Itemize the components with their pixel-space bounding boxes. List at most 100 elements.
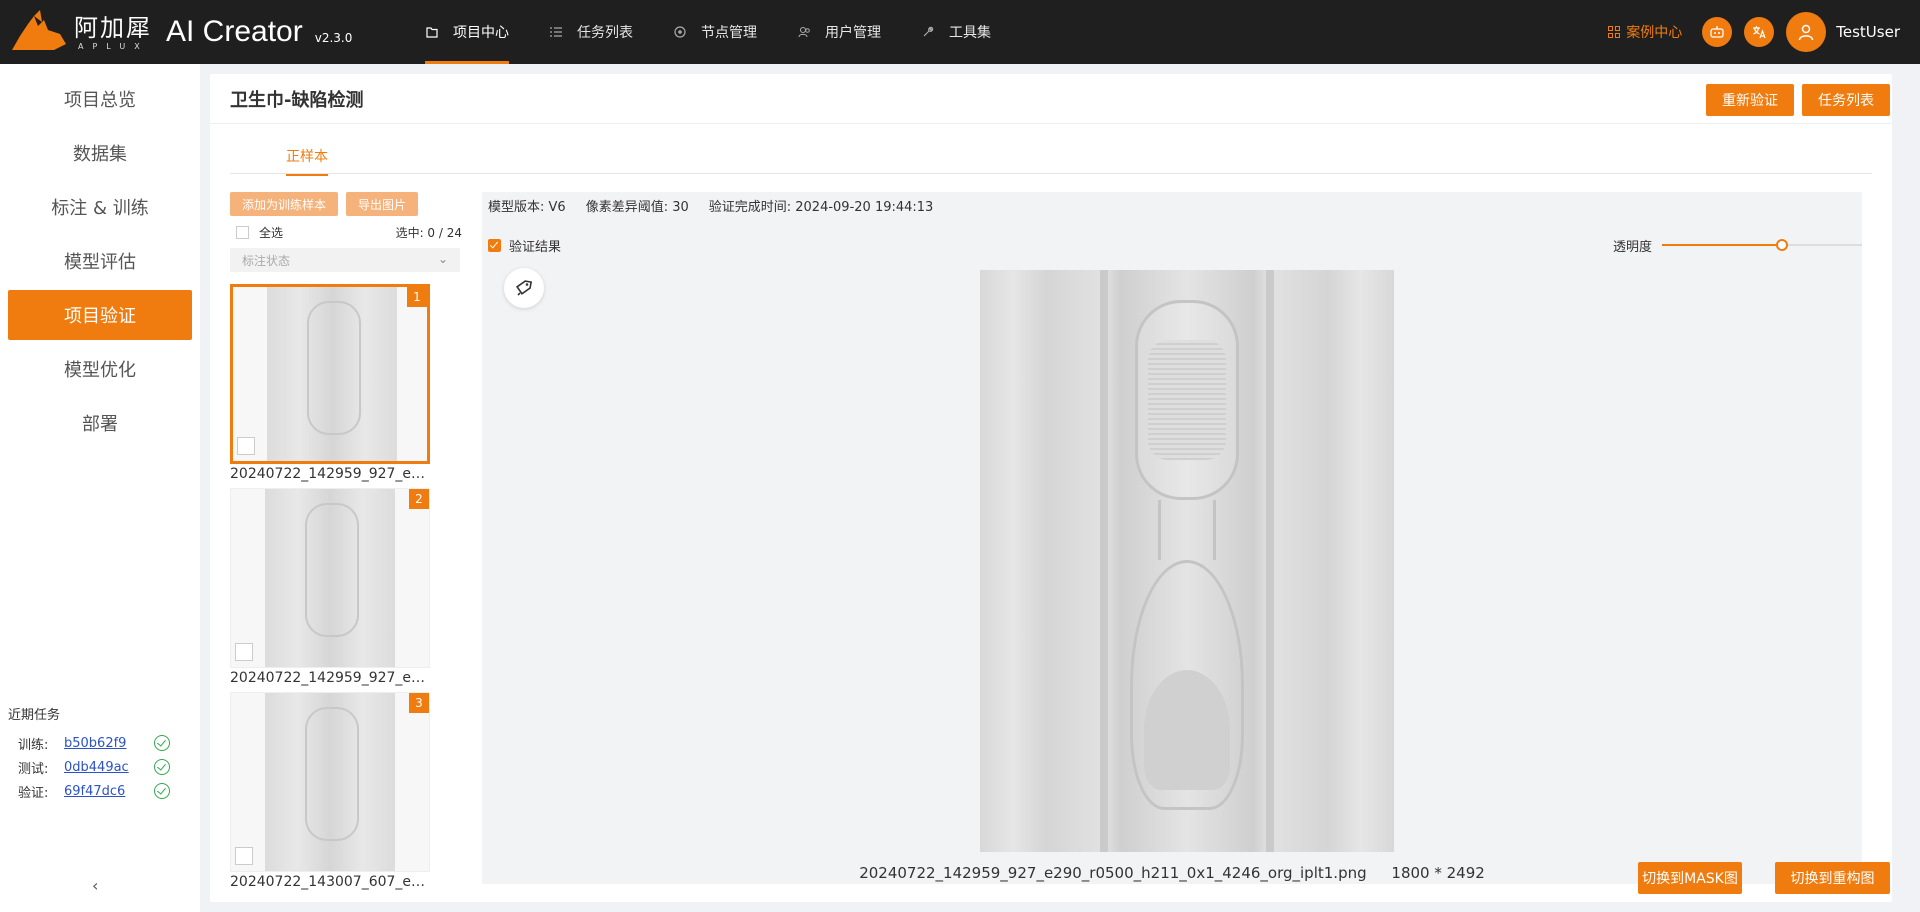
nav-label: 项目中心 (453, 25, 509, 41)
task-list-button[interactable]: 任务列表 (1802, 84, 1890, 116)
revalidate-button[interactable]: 重新验证 (1706, 84, 1794, 116)
thumbnail-index-badge: 3 (409, 693, 429, 713)
main-nav: 项目中心 任务列表 节点管理 用户管理 工具集 (425, 0, 1031, 64)
tab-positive-samples[interactable]: 正样本 (286, 146, 328, 176)
nav-item-user-management[interactable]: 用户管理 (797, 0, 881, 64)
finish-time: 验证完成时间: 2024-09-20 19:44:13 (708, 200, 934, 215)
recent-task-row: 测试: 0db449ac (8, 755, 170, 779)
collapse-sidebar-icon[interactable]: ‹ (92, 876, 98, 895)
sidebar-item-deploy[interactable]: 部署 (8, 398, 192, 448)
thumbnail-item[interactable]: 1 20240722_142959_927_e2... (230, 284, 430, 482)
nav-label: 工具集 (949, 25, 991, 41)
username[interactable]: TestUser (1836, 23, 1900, 41)
show-result-label: 验证结果 (509, 240, 562, 255)
nav-label: 用户管理 (825, 25, 881, 41)
nav-item-node-management[interactable]: 节点管理 (673, 0, 757, 64)
sidebar-item-annotate-train[interactable]: 标注 & 训练 (8, 182, 192, 232)
users-icon (797, 25, 811, 39)
thumbnail-checkbox[interactable] (237, 437, 255, 455)
folder-icon (425, 25, 439, 39)
robot-button[interactable] (1702, 17, 1733, 47)
switch-reconstruction-button[interactable]: 切换到重构图 (1775, 862, 1890, 894)
select-all[interactable]: 全选 (236, 224, 283, 241)
filter-placeholder: 标注状态 (242, 253, 291, 268)
sidebar-item-project-validation[interactable]: 项目验证 (8, 290, 192, 340)
node-icon (673, 25, 687, 39)
recent-tasks: 近期任务 训练: b50b62f9 测试: 0db449ac 验证: 69f47… (8, 704, 170, 803)
image-filename: 20240722_142959_927_e290_r0500_h211_0x1_… (859, 864, 1367, 882)
user-icon (1799, 24, 1814, 41)
annotate-tag-button[interactable] (504, 268, 544, 308)
nav-item-project-center[interactable]: 项目中心 (425, 0, 509, 64)
tag-icon (515, 280, 533, 296)
nav-item-toolset[interactable]: 工具集 (921, 0, 991, 64)
thumbnail-item[interactable]: 3 20240722_143007_607_e2... (230, 692, 430, 890)
opacity-slider[interactable] (1662, 239, 1862, 251)
validation-meta: 模型版本: V6 像素差异阈值: 30 验证完成时间: 2024-09-20 1… (488, 196, 933, 215)
selected-count: 选中: 0 / 24 (395, 226, 462, 240)
check-circle-icon (154, 759, 170, 775)
logo-cn-text: 阿加犀 (74, 13, 152, 42)
select-all-label: 全选 (259, 226, 284, 240)
thumbnail-item[interactable]: 2 20240722_142959_927_e2... (230, 488, 430, 686)
thumbnail-index-badge: 2 (409, 489, 429, 509)
thumbnail-image[interactable]: 2 (230, 488, 430, 668)
fox-logo-icon (12, 10, 66, 50)
show-result-checkbox[interactable] (488, 239, 501, 252)
model-version: 模型版本: V6 (488, 200, 566, 215)
sidebar-item-dataset[interactable]: 数据集 (8, 128, 192, 178)
thumbnail-checkbox[interactable] (235, 847, 253, 865)
list-icon (549, 25, 563, 39)
app-name: AI Creator (166, 15, 303, 48)
check-circle-icon (154, 783, 170, 799)
validation-image[interactable] (980, 270, 1394, 852)
switch-mask-button[interactable]: 切换到MASK图 (1638, 862, 1742, 894)
recent-task-row: 验证: 69f47dc6 (8, 779, 170, 803)
sidebar-item-model-optimization[interactable]: 模型优化 (8, 344, 192, 394)
thumbnail-image[interactable]: 1 (230, 284, 430, 464)
thumbnail-checkbox[interactable] (235, 643, 253, 661)
recent-task-link[interactable]: b50b62f9 (64, 736, 154, 751)
chevron-down-icon: ⌄ (437, 252, 448, 266)
annotation-status-select[interactable]: 标注状态 ⌄ (230, 248, 460, 272)
nav-item-task-list[interactable]: 任务列表 (549, 0, 633, 64)
check-circle-icon (154, 735, 170, 751)
recent-task-link[interactable]: 69f47dc6 (64, 784, 154, 799)
logo[interactable]: 阿加犀 APLUX AI Creator v2.3.0 (10, 10, 400, 54)
sidebar-item-model-evaluation[interactable]: 模型评估 (8, 236, 192, 286)
thumbnail-panel: 添加为训练样本 导出图片 全选 选中: 0 / 24 标注状态 ⌄ 1 2024… (230, 192, 462, 892)
language-button[interactable] (1744, 17, 1775, 47)
thumbnail-name: 20240722_143007_607_e2... (230, 874, 430, 890)
top-right-actions: 案例中心 TestUser (1608, 0, 1920, 64)
add-train-sample-button[interactable]: 添加为训练样本 (230, 192, 338, 216)
translate-icon (1753, 26, 1766, 39)
nav-label: 任务列表 (577, 25, 633, 41)
top-bar: 阿加犀 APLUX AI Creator v2.3.0 项目中心 任务列表 节点… (0, 0, 1920, 64)
thumbnail-list: 1 20240722_142959_927_e2... 2 20240722_1… (230, 284, 462, 892)
select-all-checkbox[interactable] (236, 226, 249, 239)
recent-task-link[interactable]: 0db449ac (64, 760, 154, 775)
page-title: 卫生巾-缺陷检测 (230, 89, 364, 111)
logo-text: 阿加犀 APLUX (74, 14, 152, 51)
show-result-toggle[interactable]: 验证结果 (488, 236, 561, 255)
thumbnail-name: 20240722_142959_927_e2... (230, 466, 430, 482)
opacity-label: 透明度 (1612, 240, 1652, 255)
opacity-slider-handle[interactable] (1776, 239, 1788, 251)
wrench-icon (921, 25, 935, 39)
recent-task-label: 测试: (18, 761, 49, 777)
avatar[interactable] (1786, 12, 1827, 52)
app-version: v2.3.0 (314, 31, 353, 45)
robot-icon (1710, 26, 1724, 38)
logo-en-text: APLUX (78, 41, 149, 51)
thumbnail-image[interactable]: 3 (230, 692, 430, 872)
sidebar-item-project-overview[interactable]: 项目总览 (8, 74, 192, 124)
image-viewer: 模型版本: V6 像素差异阈值: 30 验证完成时间: 2024-09-20 1… (482, 192, 1862, 884)
case-center-link[interactable]: 案例中心 (1608, 22, 1682, 42)
recent-tasks-title: 近期任务 (8, 708, 61, 723)
sidebar-menu: 项目总览 数据集 标注 & 训练 模型评估 项目验证 模型优化 部署 (0, 64, 200, 448)
thumbnail-index-badge: 1 (407, 287, 427, 307)
pixel-threshold: 像素差异阈值: 30 (585, 200, 689, 215)
page-header: 卫生巾-缺陷检测 重新验证 任务列表 (210, 74, 1892, 124)
export-image-button[interactable]: 导出图片 (346, 192, 418, 216)
main-panel: 卫生巾-缺陷检测 重新验证 任务列表 正样本 添加为训练样本 导出图片 全选 选… (210, 74, 1892, 902)
